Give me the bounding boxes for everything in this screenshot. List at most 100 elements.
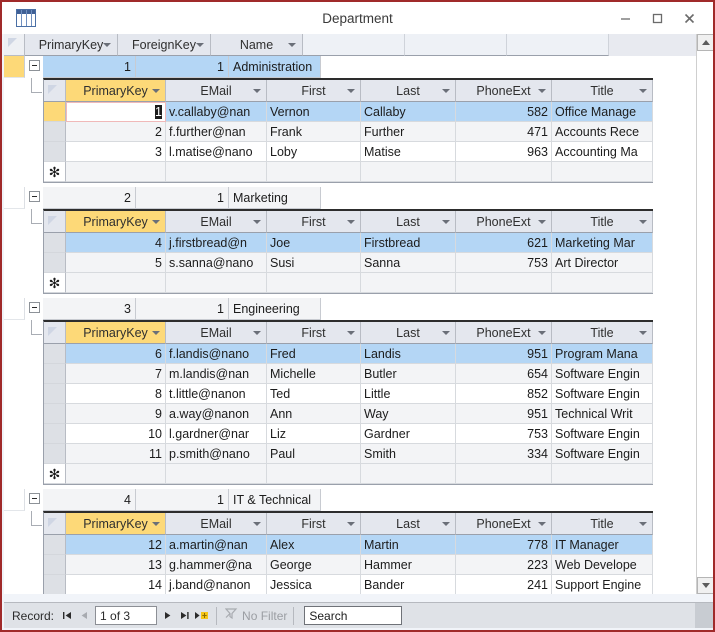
employee-cell[interactable]: 621 bbox=[456, 233, 552, 253]
chevron-down-icon[interactable] bbox=[442, 219, 450, 224]
chevron-down-icon[interactable] bbox=[442, 330, 450, 335]
employee-cell[interactable]: Web Develope bbox=[552, 555, 653, 575]
main-column-header[interactable]: ForeignKey bbox=[118, 34, 211, 56]
employee-cell[interactable]: Firstbread bbox=[361, 233, 456, 253]
employee-record-selector[interactable] bbox=[44, 535, 66, 555]
employee-cell[interactable]: Jessica bbox=[267, 575, 361, 594]
employee-row[interactable]: 10 l.gardner@nar Liz Gardner 753 Software Eng… bbox=[44, 424, 653, 444]
employee-cell[interactable]: Michelle bbox=[267, 364, 361, 384]
employee-column-header[interactable]: EMail bbox=[166, 513, 267, 535]
employee-record-selector[interactable] bbox=[44, 404, 66, 424]
datasheet-grid[interactable]: PrimaryKey ForeignKey Name 1 1 Administration… bbox=[4, 34, 696, 594]
employee-cell[interactable]: 12 bbox=[66, 535, 166, 555]
employee-row[interactable]: 14 j.band@nanon Jessica Bander 241 Support En… bbox=[44, 575, 653, 594]
employee-cell[interactable]: Smith bbox=[361, 444, 456, 464]
employee-column-header[interactable]: EMail bbox=[166, 211, 267, 233]
employee-cell[interactable]: 963 bbox=[456, 142, 552, 162]
employee-new-cell[interactable] bbox=[166, 464, 267, 484]
minimize-icon[interactable] bbox=[609, 7, 641, 29]
employee-new-cell[interactable] bbox=[361, 464, 456, 484]
employee-cell[interactable]: 654 bbox=[456, 364, 552, 384]
department-cell[interactable]: Administration bbox=[229, 56, 321, 78]
department-cell[interactable]: Marketing bbox=[229, 187, 321, 209]
chevron-down-icon[interactable] bbox=[152, 219, 160, 224]
employee-cell[interactable]: 753 bbox=[456, 253, 552, 273]
department-row[interactable]: 2 1 Marketing bbox=[4, 187, 696, 209]
employee-cell[interactable]: 1 bbox=[66, 102, 166, 122]
employee-cell[interactable]: Susi bbox=[267, 253, 361, 273]
select-all-corner[interactable] bbox=[4, 34, 25, 56]
employee-cell[interactable]: p.smith@nano bbox=[166, 444, 267, 464]
chevron-down-icon[interactable] bbox=[639, 521, 647, 526]
new-record-asterisk-icon[interactable]: ✻ bbox=[44, 464, 66, 484]
employee-cell[interactable]: j.firstbread@n bbox=[166, 233, 267, 253]
employee-cell[interactable]: Alex bbox=[267, 535, 361, 555]
department-cell[interactable]: 4 bbox=[43, 489, 136, 511]
employee-cell[interactable]: Butler bbox=[361, 364, 456, 384]
collapse-icon[interactable] bbox=[28, 191, 40, 202]
employee-cell[interactable]: 334 bbox=[456, 444, 552, 464]
employee-cell[interactable]: 14 bbox=[66, 575, 166, 594]
employee-new-cell[interactable] bbox=[552, 464, 653, 484]
employee-new-record-row[interactable]: ✻ bbox=[44, 273, 653, 293]
employee-cell[interactable]: 852 bbox=[456, 384, 552, 404]
subdatasheet-select-all-corner[interactable] bbox=[44, 322, 66, 344]
employee-cell[interactable]: Vernon bbox=[267, 102, 361, 122]
employee-cell[interactable]: IT Manager bbox=[552, 535, 653, 555]
employee-cell[interactable]: Software Engin bbox=[552, 444, 653, 464]
chevron-down-icon[interactable] bbox=[347, 330, 355, 335]
employee-column-header[interactable]: Title bbox=[552, 211, 653, 233]
vertical-scrollbar[interactable] bbox=[696, 34, 713, 594]
employee-cell[interactable]: 753 bbox=[456, 424, 552, 444]
employee-column-header[interactable]: PrimaryKey bbox=[66, 80, 166, 102]
employee-cell[interactable]: 951 bbox=[456, 404, 552, 424]
employee-column-header[interactable]: First bbox=[267, 513, 361, 535]
employee-cell[interactable]: 223 bbox=[456, 555, 552, 575]
employee-new-cell[interactable] bbox=[552, 273, 653, 293]
employee-new-cell[interactable] bbox=[456, 273, 552, 293]
employee-row[interactable]: 11 p.smith@nano Paul Smith 334 Software Engin bbox=[44, 444, 653, 464]
record-selector[interactable] bbox=[4, 56, 25, 78]
scroll-up-icon[interactable] bbox=[697, 34, 713, 51]
close-icon[interactable] bbox=[673, 7, 705, 29]
employee-record-selector[interactable] bbox=[44, 122, 66, 142]
employee-column-header[interactable]: PrimaryKey bbox=[66, 322, 166, 344]
employee-column-header[interactable]: Last bbox=[361, 211, 456, 233]
employee-column-header[interactable]: Last bbox=[361, 80, 456, 102]
employee-column-header[interactable]: Last bbox=[361, 322, 456, 344]
employee-new-cell[interactable] bbox=[361, 162, 456, 182]
department-cell[interactable]: IT & Technical bbox=[229, 489, 321, 511]
chevron-down-icon[interactable] bbox=[442, 88, 450, 93]
previous-record-icon[interactable] bbox=[76, 606, 93, 626]
chevron-down-icon[interactable] bbox=[538, 330, 546, 335]
employee-column-header[interactable]: PhoneExt bbox=[456, 211, 552, 233]
employee-cell[interactable]: m.landis@nan bbox=[166, 364, 267, 384]
subdatasheet-select-all-corner[interactable] bbox=[44, 211, 66, 233]
chevron-down-icon[interactable] bbox=[103, 42, 111, 47]
employee-cell[interactable]: Software Engin bbox=[552, 424, 653, 444]
employee-record-selector[interactable] bbox=[44, 555, 66, 575]
employee-cell[interactable]: a.way@nanon bbox=[166, 404, 267, 424]
employee-new-cell[interactable] bbox=[361, 273, 456, 293]
employee-row[interactable]: 2 f.further@nan Frank Further 471 Accounts Re… bbox=[44, 122, 653, 142]
employee-new-cell[interactable] bbox=[267, 464, 361, 484]
employee-cell[interactable]: 582 bbox=[456, 102, 552, 122]
record-selector[interactable] bbox=[4, 298, 25, 320]
collapse-icon[interactable] bbox=[28, 493, 40, 504]
collapse-icon[interactable] bbox=[28, 302, 40, 313]
maximize-icon[interactable] bbox=[641, 7, 673, 29]
employee-new-cell[interactable] bbox=[166, 162, 267, 182]
employee-column-header[interactable]: PhoneExt bbox=[456, 322, 552, 344]
employee-new-record-row[interactable]: ✻ bbox=[44, 464, 653, 484]
employee-column-header[interactable]: First bbox=[267, 80, 361, 102]
chevron-down-icon[interactable] bbox=[639, 219, 647, 224]
employee-cell[interactable]: Marketing Mar bbox=[552, 233, 653, 253]
employee-new-cell[interactable] bbox=[66, 273, 166, 293]
employee-new-cell[interactable] bbox=[552, 162, 653, 182]
chevron-down-icon[interactable] bbox=[196, 42, 204, 47]
main-column-header[interactable]: PrimaryKey bbox=[25, 34, 118, 56]
employee-row[interactable]: 12 a.martin@nan Alex Martin 778 IT Manager bbox=[44, 535, 653, 555]
employee-cell[interactable]: g.hammer@na bbox=[166, 555, 267, 575]
main-column-header[interactable]: Name bbox=[211, 34, 303, 56]
employee-record-selector[interactable] bbox=[44, 444, 66, 464]
